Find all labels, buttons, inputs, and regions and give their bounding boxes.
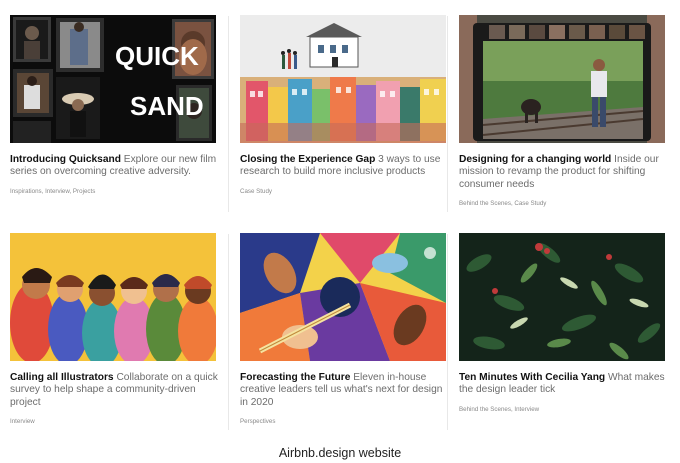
card-tags[interactable]: Perspectives [240, 418, 450, 425]
quicksand-logo-quick: QUICK [115, 41, 199, 71]
card-heading: Closing the Experience Gap 3 ways to use… [240, 154, 448, 179]
article-card[interactable]: Ten Minutes With Cecilia Yang What makes… [459, 233, 669, 413]
card-heading: Introducing Quicksand Explore our new fi… [10, 154, 218, 179]
card-tags[interactable]: Behind the Scenes, Interview [459, 406, 669, 413]
article-card[interactable]: Forecasting the Future Eleven in-house c… [240, 233, 450, 425]
figure-caption: Airbnb.design website [278, 446, 402, 460]
card-tags[interactable]: Case Study [240, 188, 450, 195]
article-card[interactable]: Calling all Illustrators Collaborate on … [10, 233, 220, 425]
card-tags[interactable]: Behind the Scenes, Case Study [459, 200, 669, 207]
card-tags[interactable]: Interview [10, 418, 220, 425]
cecilia-yang-thumbnail[interactable] [459, 233, 665, 361]
card-tags[interactable]: Inspirations, Interview, Projects [10, 188, 220, 195]
article-card[interactable]: QUICK SAND Introducing Quicksand Explore… [10, 15, 220, 195]
column-divider [228, 234, 229, 430]
card-title[interactable]: Closing the Experience Gap [240, 154, 375, 165]
card-title[interactable]: Introducing Quicksand [10, 154, 121, 165]
card-heading: Ten Minutes With Cecilia Yang What makes… [459, 372, 667, 397]
experience-gap-thumbnail[interactable] [240, 15, 446, 143]
card-title[interactable]: Ten Minutes With Cecilia Yang [459, 372, 605, 383]
column-divider [228, 16, 229, 212]
card-title[interactable]: Designing for a changing world [459, 154, 611, 165]
article-card[interactable]: Closing the Experience Gap 3 ways to use… [240, 15, 450, 195]
card-heading: Designing for a changing world Inside ou… [459, 154, 667, 191]
changing-world-thumbnail[interactable] [459, 15, 665, 143]
card-title[interactable]: Forecasting the Future [240, 372, 350, 383]
article-card[interactable]: Designing for a changing world Inside ou… [459, 15, 669, 207]
card-heading: Forecasting the Future Eleven in-house c… [240, 372, 448, 409]
forecasting-thumbnail[interactable] [240, 233, 446, 361]
article-grid: QUICK SAND Introducing Quicksand Explore… [0, 0, 680, 440]
quicksand-logo-sand: SAND [130, 91, 204, 121]
illustrators-thumbnail[interactable] [10, 233, 216, 361]
card-heading: Calling all Illustrators Collaborate on … [10, 372, 218, 409]
card-title[interactable]: Calling all Illustrators [10, 372, 114, 383]
quicksand-thumbnail[interactable]: QUICK SAND [10, 15, 216, 143]
